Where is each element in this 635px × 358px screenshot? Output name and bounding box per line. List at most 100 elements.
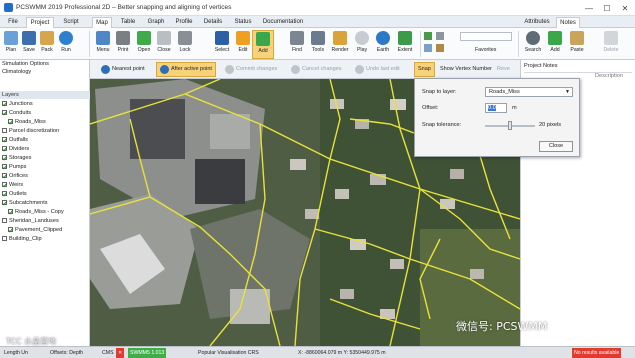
cancel-changes-button[interactable]: Cancel changes [288,62,344,77]
layer-item[interactable]: Conduits [0,109,90,117]
paste-button[interactable]: Paste [566,30,588,59]
error-indicator[interactable]: ✕ [116,348,125,358]
favorite-c-icon[interactable] [436,32,444,40]
tools-button[interactable]: Tools [307,30,329,59]
layer-checkbox[interactable] [8,118,13,124]
favorite-b-icon[interactable] [424,44,432,52]
layer-checkbox[interactable] [2,136,7,142]
engine-status[interactable]: SWMM5 1.013 [128,348,167,358]
print-button[interactable]: Print [112,30,134,59]
after-active-point-button[interactable]: After active point [156,62,216,77]
layer-checkbox[interactable] [2,163,7,169]
tab-map[interactable]: Map [92,17,112,28]
tab-documentation[interactable]: Documentation [260,17,306,28]
edit-button[interactable]: Edit [232,30,254,59]
tab-attributes[interactable]: Attributes [521,17,553,28]
commit-changes-button[interactable]: Commit changes [222,62,280,77]
layer-label: Orifices [9,173,28,179]
climatology-item[interactable]: Climatology [0,68,90,76]
favorites-combo[interactable] [460,32,512,41]
add-note-button[interactable]: Add [544,30,566,59]
layer-item[interactable]: Sheridan_Landuses [0,217,90,225]
favorite-d-icon[interactable] [436,44,444,52]
minimize-button[interactable]: — [580,0,598,16]
tab-notes[interactable]: Notes [556,17,580,28]
layer-item[interactable]: Pumps [0,163,90,171]
layer-label: Pumps [9,164,27,170]
layer-item[interactable]: Weirs [0,181,90,189]
offsets-status[interactable]: Offsets: Depth [48,348,85,358]
layer-checkbox[interactable] [2,235,7,241]
show-vertex-number-toggle[interactable]: Show Vertex Number [437,62,495,77]
tab-table[interactable]: Table [116,17,140,28]
tab-profile[interactable]: Profile [171,17,197,28]
search-button[interactable]: Search [522,30,544,59]
cms-status[interactable]: CMS [100,348,116,358]
layer-checkbox[interactable] [8,208,13,214]
select-button[interactable]: Select [211,30,233,59]
layer-checkbox[interactable] [2,127,7,133]
tab-file[interactable]: File [2,17,24,28]
layer-checkbox[interactable] [8,226,13,232]
layer-item[interactable]: Outfalls [0,136,90,144]
layer-item[interactable]: Building_Clip [0,235,90,243]
layer-checkbox[interactable] [2,154,7,160]
layer-item[interactable]: Parcel discretization [0,127,90,135]
extent-button[interactable]: Extent [394,30,416,59]
layer-item[interactable]: Roads_Miss [0,118,90,126]
layer-item[interactable]: Subcatchments [0,199,90,207]
nearest-point-button[interactable]: Nearest point [98,62,148,77]
ribbon-separator [89,31,90,57]
layer-item[interactable]: Outlets [0,190,90,198]
tab-project[interactable]: Project [26,17,54,28]
layer-item[interactable]: Dividers [0,145,90,153]
status-bar: Length Un Offsets: Depth CMS ✕ SWMM5 1.0… [0,346,635,358]
lock-button[interactable]: Lock [174,30,196,59]
layer-checkbox[interactable] [2,145,7,151]
layer-item[interactable]: Junctions [0,100,90,108]
tab-graph[interactable]: Graph [144,17,168,28]
layer-checkbox[interactable] [2,172,7,178]
tab-script[interactable]: Script [58,17,84,28]
find-button[interactable]: Find [286,30,308,59]
layer-item[interactable]: Pavement_Clipped [0,226,90,234]
tab-row: File Project Script Map Table Graph Prof… [0,16,635,28]
layer-checkbox[interactable] [2,100,7,106]
render-button[interactable]: Render [329,30,351,59]
tab-status[interactable]: Status [230,17,256,28]
run-button[interactable]: Run [55,30,77,59]
layer-item[interactable]: Storages [0,154,90,162]
open-button[interactable]: Open [133,30,155,59]
undo-last-edit-button[interactable]: Undo last edit [352,62,403,77]
offset-input[interactable]: 0.0 [485,103,507,113]
layer-checkbox[interactable] [2,217,7,223]
layer-item[interactable]: Orifices [0,172,90,180]
tab-details[interactable]: Details [200,17,226,28]
layer-checkbox[interactable] [2,181,7,187]
app-icon [4,3,13,12]
layer-checkbox[interactable] [2,199,7,205]
close-button[interactable]: Close [153,30,175,59]
description-label: Description [595,73,623,79]
length-units-status[interactable]: Length Un [2,348,30,358]
maximize-button[interactable]: ☐ [598,0,616,16]
tolerance-slider-thumb[interactable] [508,121,512,130]
play-button[interactable]: Play [351,30,373,59]
layer-item[interactable]: Roads_Miss - Copy [0,208,90,216]
nearest-point-icon [101,65,110,74]
earth-button[interactable]: Earth [372,30,394,59]
delete-button[interactable]: Delete [600,30,622,59]
crs-status[interactable]: Popular Visualisation CRS [196,348,261,358]
simulation-options-item[interactable]: Simulation Options [0,60,90,68]
snap-button[interactable]: Snap [414,62,435,77]
add-button[interactable]: Add [252,30,274,59]
reverse-button[interactable]: Reve [494,62,513,77]
close-window-button[interactable]: ✕ [616,0,634,16]
layer-checkbox[interactable] [2,190,7,196]
dialog-close-button[interactable]: Close [539,141,573,152]
snap-layer-select[interactable]: Roads_Miss ▼ [485,87,573,97]
layer-checkbox[interactable] [2,109,7,115]
favorite-a-icon[interactable] [424,32,432,40]
menu-button[interactable]: Menu [92,30,114,59]
layer-label: Pavement_Clipped [15,227,63,233]
